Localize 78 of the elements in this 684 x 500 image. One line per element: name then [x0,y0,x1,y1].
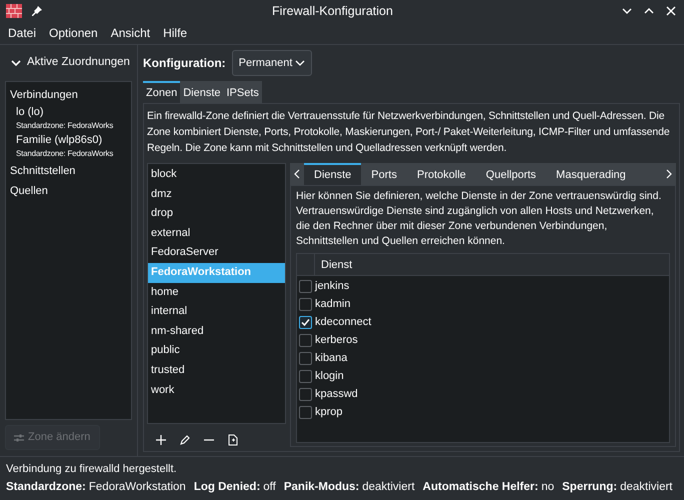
zone-item[interactable]: drop [148,204,285,224]
document-icon [228,434,238,446]
checkbox[interactable] [299,334,312,346]
checkbox[interactable] [299,406,312,418]
tree-item[interactable]: lo (lo) Standardzone: FedoraWorks [8,105,129,131]
status-value: deaktiviert [620,480,673,495]
status-label: Log Denied: [194,480,260,495]
maximize-icon [644,6,654,16]
pencil-icon [180,435,190,445]
service-name: klogin [315,368,344,384]
status-value: no [541,480,554,495]
chevron-right-icon [665,169,673,179]
status-label: Automatische Helfer: [422,480,538,495]
checkbox[interactable] [299,298,312,310]
column-header[interactable]: Dienst [315,254,358,275]
zone-item[interactable]: home [148,282,285,302]
tree-item[interactable]: Quellen [8,181,129,201]
tab[interactable]: Quellports [476,163,546,185]
status-message: Verbindung zu firewalld hergestellt. [6,462,178,477]
tree-item[interactable]: Verbindungen [8,85,129,105]
tree-header[interactable]: Aktive Zuordnungen [5,51,132,75]
tab[interactable]: Masquerading [546,163,636,185]
menu-item[interactable]: Datei [2,24,42,42]
configuration-dropdown[interactable]: Permanent [232,50,312,76]
checkbox[interactable] [299,388,312,400]
checkbox[interactable] [299,316,312,328]
configuration-label: Konfiguration: [143,55,226,72]
window-title: Firewall-Konfiguration [271,2,394,20]
zone-item[interactable]: dmz [148,184,285,204]
add-icon [156,435,166,445]
brick-wall-icon [6,4,22,18]
tree-item[interactable]: Schnittstellen [8,161,129,181]
chevron-icon [11,58,21,68]
service-name: kerberos [315,332,358,348]
service-name: kdeconnect [315,314,372,330]
zone-item[interactable]: trusted [148,360,285,381]
zone-item[interactable]: public [148,341,285,361]
status-label: Panik-Modus: [284,480,360,495]
tab[interactable]: Ports [361,163,407,185]
zone-item[interactable]: block [148,165,285,185]
tab[interactable]: Dienste [180,81,224,103]
checkbox[interactable] [299,370,312,382]
status-value: off [263,480,276,495]
status-value: FedoraWorkstation [88,480,186,495]
service-name: kibana [315,350,348,366]
checkbox[interactable] [299,352,312,364]
zone-item[interactable]: nm-shared [148,322,285,342]
service-name: kprop [315,404,343,420]
zone-item[interactable]: FedoraServer [148,243,285,263]
menu-item[interactable]: Ansicht [104,24,156,42]
sliders-icon [14,432,24,442]
service-name: kadmin [315,296,350,312]
connection-name: lo (lo) [16,105,45,120]
checkbox[interactable] [299,280,312,292]
tree-item[interactable]: Familie (wlp86s0) Standardzone: FedoraWorks [8,133,129,159]
pin-icon [31,5,43,17]
tab[interactable]: IPSets [224,81,262,103]
tab[interactable]: Dienste [304,163,362,185]
connection-name: Familie (wlp86s0) [16,133,104,148]
zone-item[interactable]: internal [148,302,285,322]
status-value: deaktiviert [362,480,415,495]
status-label: Standardzone: [6,480,86,495]
close-icon [666,6,676,16]
services-description: Hier können Sie definieren, welche Dienste in der Zone vertrauenswürdig sind. Vertrauenswürdige Dienste sind zugänglich von allen Hosts und Netzwerken, die den Rechner über mit dieser Zone verbundenen Verbindungen, Schnittstellen und Quellen erreichen können. [296,189,662,249]
chevron-icon [295,58,306,68]
tab[interactable]: Protokolle [406,163,476,185]
menu-item[interactable]: Hilfe [157,24,194,42]
zone-description: Ein firewalld-Zone definiert die Vertrauensstufe für Netzwerkverbindungen, Schnittstellen und Quell-Adressen. Die Zone kombiniert Dienste, Ports, Protokolle, Maskierungen, Port-/ Paket-Weiterleitung, ICMP-Filter und umfassende Regeln. Die Zone kann mit Schnittstellen und Quelladressen verknüpft werden. [147,109,671,156]
service-name: jenkins [315,278,350,294]
chevron-left-icon [293,169,301,179]
service-name: kpasswd [315,386,358,402]
zone-item[interactable]: work [148,380,285,400]
zone-subtitle: Standardzone: FedoraWorks [16,148,114,159]
zone-subtitle: Standardzone: FedoraWorks [16,120,114,131]
menu-item[interactable]: Optionen [43,24,104,42]
zone-item[interactable]: external [148,224,285,244]
minimize-icon [622,6,632,16]
status-label: Sperrung: [562,480,618,495]
